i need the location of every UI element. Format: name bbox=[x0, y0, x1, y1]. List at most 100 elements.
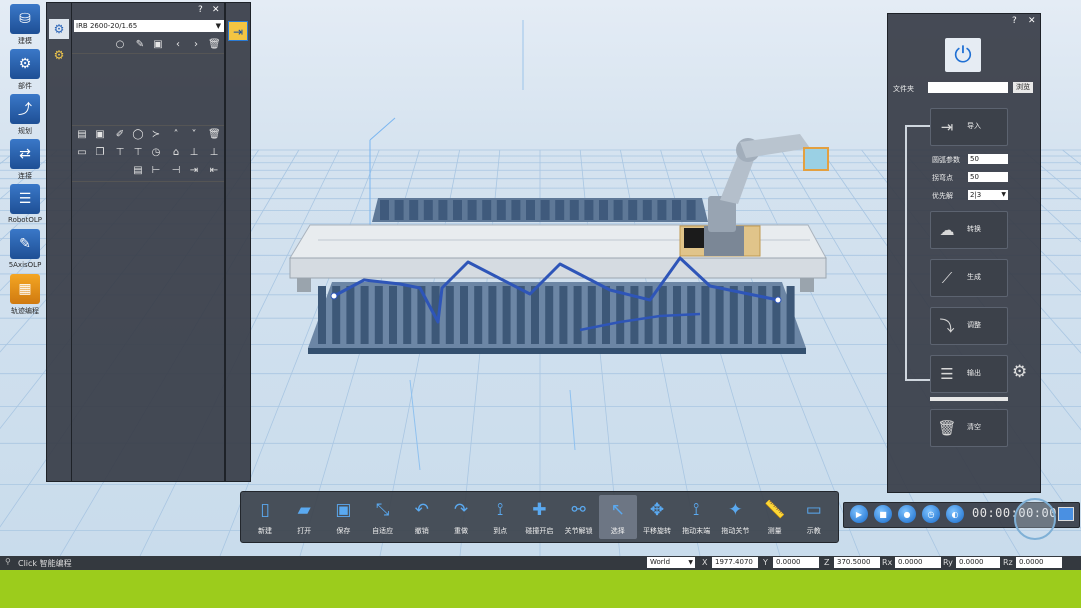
exit-icon[interactable]: ⇥ bbox=[188, 165, 200, 177]
toolbar-button-drag-joint[interactable]: ✦ 拖动关节 bbox=[716, 495, 754, 539]
clear-button[interactable]: 🗑 清空 bbox=[930, 409, 1008, 447]
caret-up-icon[interactable]: ˄ bbox=[170, 129, 182, 141]
rect-icon[interactable]: ▭ bbox=[76, 147, 88, 159]
loop-icon[interactable]: ◯ bbox=[132, 129, 144, 141]
close-icon[interactable]: ✕ bbox=[1028, 16, 1036, 26]
toolbar-button-teach[interactable]: ▭ 示教 bbox=[795, 495, 833, 539]
settings-gear-icon[interactable]: ⚙ bbox=[1012, 362, 1027, 382]
list-icon[interactable]: ▤ bbox=[132, 165, 144, 177]
pallet-slat bbox=[555, 200, 565, 220]
edit-icon[interactable]: ✎ bbox=[134, 39, 146, 51]
model-icon: ⛁ bbox=[10, 4, 40, 34]
circle-icon[interactable]: ○ bbox=[114, 39, 126, 51]
clock-icon[interactable]: ◷ bbox=[150, 147, 162, 159]
convert-button[interactable]: ☁ 转换 bbox=[930, 211, 1008, 249]
folder-label: 文件夹 bbox=[893, 85, 914, 93]
rz-value[interactable]: 0.0000 bbox=[1016, 557, 1062, 568]
turn-point-input[interactable]: 50 bbox=[968, 172, 1008, 182]
sidebar-item-trajectory[interactable]: ▦ 轨迹编程 bbox=[7, 274, 43, 322]
robot-tool-icon[interactable]: ⚙ bbox=[49, 19, 69, 39]
rx-value[interactable]: 0.0000 bbox=[895, 557, 941, 568]
toolbar-button-collision[interactable]: ✚ 碰撞开启 bbox=[520, 495, 558, 539]
browse-button[interactable]: 浏览 bbox=[1013, 82, 1033, 93]
sidebar-item-model[interactable]: ⛁ 建模 bbox=[7, 4, 43, 52]
trash-icon[interactable]: 🗑 bbox=[208, 129, 221, 141]
generate-button[interactable]: ⟋ 生成 bbox=[930, 259, 1008, 297]
plan-icon: ⤴ bbox=[10, 94, 40, 124]
doc-icon[interactable]: ▤ bbox=[76, 129, 88, 141]
help-icon[interactable]: ? bbox=[198, 5, 203, 15]
sidebar-item-5axisolp[interactable]: ✎ 5AxisOLP bbox=[7, 229, 43, 277]
pin-icon[interactable]: ⊥ bbox=[188, 147, 200, 159]
entry-icon[interactable]: ⇤ bbox=[208, 165, 220, 177]
trash-icon[interactable]: 🗑 bbox=[208, 39, 221, 51]
sidebar-item-plan[interactable]: ⤴ 规划 bbox=[7, 94, 43, 142]
x-value[interactable]: 1977.4070 bbox=[712, 557, 758, 568]
power-button[interactable]: ⏻ bbox=[945, 38, 981, 72]
prompt-icon[interactable]: ≻ bbox=[150, 129, 162, 141]
collision-icon: ✚ bbox=[532, 500, 547, 520]
toolbar-button-open-folder[interactable]: ▰ 打开 bbox=[285, 495, 323, 539]
front-pallet bbox=[308, 282, 806, 354]
toolbar-button-fit-view[interactable]: ⤡ 自适应 bbox=[364, 495, 402, 539]
signal-icon[interactable]: ⊢ bbox=[150, 165, 162, 177]
stop-icon[interactable]: ■ bbox=[874, 505, 892, 523]
move-2-icon[interactable]: ⊤ bbox=[132, 147, 144, 159]
pallet-slat bbox=[701, 286, 710, 344]
priority-solution-select[interactable]: 2|3 ▼ bbox=[968, 190, 1008, 200]
screen-icon[interactable] bbox=[1058, 507, 1074, 521]
toolbar-button-joint-unlock[interactable]: ⚯ 关节解锁 bbox=[560, 495, 598, 539]
doc-edit-icon[interactable]: ▣ bbox=[94, 129, 106, 141]
drag-end-icon: ⟟ bbox=[693, 500, 700, 520]
toolbar-button-redo[interactable]: ↷ 重做 bbox=[442, 495, 480, 539]
toolbar-button-save[interactable]: ▣ 保存 bbox=[324, 495, 362, 539]
move-icon[interactable]: ⊤ bbox=[114, 147, 126, 159]
toolbar-button-undo[interactable]: ↶ 撤销 bbox=[403, 495, 441, 539]
toolbar-button-translate-rotate[interactable]: ✥ 平移旋转 bbox=[638, 495, 676, 539]
open-folder-icon: ▰ bbox=[297, 500, 311, 520]
toolbar-label: 到点 bbox=[493, 527, 508, 535]
prev-icon[interactable]: ‹ bbox=[172, 39, 184, 51]
output-icon: ☰ bbox=[940, 365, 954, 383]
tool-icon[interactable]: ⊥ bbox=[208, 147, 220, 159]
sidebar-item-part[interactable]: ⚙ 部件 bbox=[7, 49, 43, 97]
sidebar-item-connect[interactable]: ⇄ 连接 bbox=[7, 139, 43, 187]
z-value[interactable]: 370.5000 bbox=[834, 557, 880, 568]
arc-param-input[interactable]: 50 bbox=[968, 154, 1008, 164]
toolbar-button-select[interactable]: ↖ 选择 bbox=[598, 495, 637, 539]
save-icon: ▣ bbox=[335, 500, 352, 520]
toolbar-button-new-file[interactable]: ▯ 新建 bbox=[246, 495, 284, 539]
y-label: Y bbox=[763, 558, 768, 567]
chevron-down-icon: ▼ bbox=[1001, 191, 1006, 198]
edit-doc-icon[interactable]: ▣ bbox=[152, 39, 164, 51]
tool-strip: ⚙ ⚙ bbox=[46, 2, 72, 482]
toolbar-button-to-point[interactable]: ⟟ 到点 bbox=[481, 495, 519, 539]
adjust-button[interactable]: ⤵ 调整 bbox=[930, 307, 1008, 345]
play-icon[interactable]: ▶ bbox=[850, 505, 868, 523]
record-icon[interactable]: ● bbox=[898, 505, 916, 523]
output-button[interactable]: ☰ 输出 bbox=[930, 355, 1008, 393]
import-robot-icon[interactable]: ⇥ bbox=[228, 21, 248, 41]
robot-select[interactable]: IRB 2600-20/1.65 ▼ bbox=[74, 20, 224, 32]
pallet-slat bbox=[602, 286, 610, 344]
caret-down-icon[interactable]: ˅ bbox=[188, 129, 200, 141]
toolbar-button-drag-end[interactable]: ⟟ 拖动末端 bbox=[677, 495, 715, 539]
folder-input[interactable] bbox=[928, 82, 1008, 93]
divider bbox=[72, 125, 224, 126]
y-value[interactable]: 0.0000 bbox=[773, 557, 819, 568]
robot-tool-icon-2[interactable]: ⚙ bbox=[51, 47, 67, 63]
clock-icon[interactable]: ◷ bbox=[922, 505, 940, 523]
frame-select[interactable]: World ▼ bbox=[647, 557, 695, 568]
help-icon[interactable]: ? bbox=[1012, 16, 1017, 26]
signal-2-icon[interactable]: ⊣ bbox=[170, 165, 182, 177]
next-icon[interactable]: › bbox=[190, 39, 202, 51]
import-button[interactable]: ⇥ 导入 bbox=[930, 108, 1008, 146]
close-icon[interactable]: ✕ bbox=[212, 5, 220, 15]
copy-icon[interactable]: ❐ bbox=[94, 147, 106, 159]
sidebar-item-robotolp[interactable]: ☰ RobotOLP bbox=[7, 184, 43, 232]
toolbar-button-measure[interactable]: 📏 测量 bbox=[756, 495, 794, 539]
brush-icon[interactable]: ✐ bbox=[114, 129, 126, 141]
ry-value[interactable]: 0.0000 bbox=[956, 557, 1000, 568]
lock-icon[interactable]: ⌂ bbox=[170, 147, 182, 159]
step-icon[interactable]: ◐ bbox=[946, 505, 964, 523]
